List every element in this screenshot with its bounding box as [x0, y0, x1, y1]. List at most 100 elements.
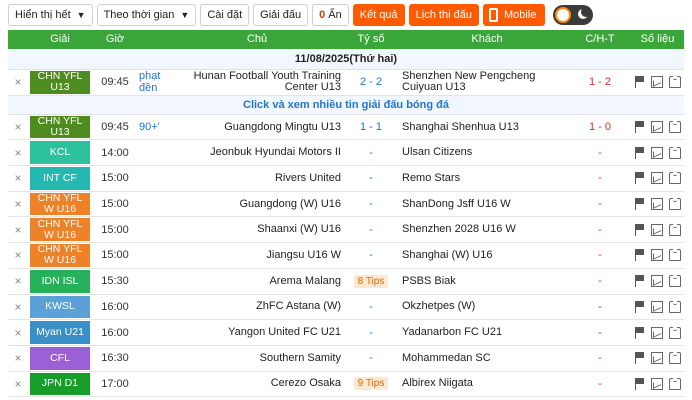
home-team[interactable]: Rivers United	[173, 166, 341, 191]
away-team[interactable]: Remo Stars	[402, 166, 572, 191]
league-badge[interactable]: Myan U21	[30, 321, 90, 344]
flag-icon[interactable]	[634, 377, 646, 390]
lineup-shirt-icon[interactable]	[669, 223, 682, 236]
settings-button[interactable]: Cài đặt	[200, 4, 250, 26]
flag-icon[interactable]	[634, 76, 646, 89]
home-team[interactable]: Cerezo Osaka	[173, 372, 341, 397]
chart-icon[interactable]	[651, 146, 664, 159]
hide-match-icon[interactable]: ×	[8, 346, 28, 371]
hide-match-icon[interactable]: ×	[8, 192, 28, 217]
away-team[interactable]: Shenzhen New Pengcheng Cuiyuan U13	[402, 70, 572, 95]
away-team[interactable]: Yadanarbon FC U21	[402, 320, 572, 345]
tips-badge[interactable]: 9 Tips	[353, 377, 389, 391]
away-team[interactable]: Ulsan Citizens	[402, 140, 572, 165]
league-badge[interactable]: INT CF	[30, 167, 90, 190]
theme-toggle[interactable]	[553, 5, 594, 25]
hide-match-icon[interactable]: ×	[8, 217, 28, 242]
flag-icon[interactable]	[634, 300, 646, 313]
match-score[interactable]: -	[344, 320, 398, 345]
home-team[interactable]: Guangdong Mingtu U13	[173, 115, 341, 140]
home-team[interactable]: Hunan Football Youth Training Center U13	[173, 70, 341, 95]
hide-match-icon[interactable]: ×	[8, 115, 28, 140]
mobile-button[interactable]: Mobile	[482, 4, 546, 26]
lineup-shirt-icon[interactable]	[669, 198, 682, 211]
hide-match-icon[interactable]: ×	[8, 70, 28, 95]
home-team[interactable]: Guangdong (W) U16	[173, 192, 342, 217]
hide-match-icon[interactable]: ×	[8, 140, 28, 165]
hide-match-icon[interactable]: ×	[8, 320, 28, 345]
match-score[interactable]: -	[344, 192, 398, 217]
hide-match-icon[interactable]: ×	[8, 166, 28, 191]
home-team[interactable]: ZhFC Astana (W)	[173, 295, 341, 320]
away-team[interactable]: Albirex Niigata	[402, 372, 572, 397]
league-badge[interactable]: KWSL	[30, 295, 90, 319]
away-team[interactable]: Okzhetpes (W)	[402, 295, 572, 320]
chart-icon[interactable]	[651, 275, 664, 288]
lineup-shirt-icon[interactable]	[669, 76, 682, 89]
league-badge[interactable]: JPN D1	[30, 372, 90, 396]
league-badge[interactable]: CHN YFL W U16	[30, 193, 90, 216]
leagues-button[interactable]: Giải đấu	[253, 4, 309, 26]
tips-badge[interactable]: 8 Tips	[353, 274, 389, 288]
flag-icon[interactable]	[634, 249, 646, 262]
away-team[interactable]: PSBS Biak	[402, 269, 572, 294]
lineup-shirt-icon[interactable]	[669, 326, 682, 339]
chart-icon[interactable]	[651, 377, 664, 390]
results-button[interactable]: Kết quả	[352, 4, 405, 26]
flag-icon[interactable]	[634, 172, 646, 185]
match-score[interactable]: -	[344, 295, 398, 320]
match-score[interactable]: -	[344, 346, 398, 371]
match-score[interactable]: -	[344, 166, 398, 191]
flag-icon[interactable]	[634, 326, 646, 339]
league-badge[interactable]: CHN YFL W U16	[30, 218, 90, 242]
home-team[interactable]: Jeonbuk Hyundai Motors II	[173, 140, 341, 165]
lineup-shirt-icon[interactable]	[669, 121, 682, 134]
lineup-shirt-icon[interactable]	[669, 377, 682, 390]
lineup-shirt-icon[interactable]	[669, 249, 682, 262]
match-score[interactable]: -	[344, 243, 398, 268]
away-team[interactable]: ShanDong Jsff U16 W	[402, 192, 572, 217]
match-score[interactable]: 1 - 1	[344, 115, 398, 140]
chart-icon[interactable]	[651, 198, 664, 211]
chart-icon[interactable]	[651, 172, 664, 185]
chart-icon[interactable]	[651, 326, 664, 339]
chart-icon[interactable]	[651, 223, 664, 236]
away-team[interactable]: Shanghai Shenhua U13	[402, 115, 572, 140]
home-team[interactable]: Shaanxi (W) U16	[173, 217, 341, 242]
league-badge[interactable]: CHN YFL U13	[30, 71, 90, 94]
flag-icon[interactable]	[634, 121, 646, 134]
lineup-shirt-icon[interactable]	[669, 352, 682, 365]
chart-icon[interactable]	[651, 121, 664, 134]
home-team[interactable]: Yangon United FC U21	[173, 320, 341, 345]
by-time-dropdown[interactable]: Theo thời gian ▼	[96, 4, 197, 26]
flag-icon[interactable]	[634, 352, 646, 365]
hide-match-icon[interactable]: ×	[8, 372, 28, 397]
lineup-shirt-icon[interactable]	[669, 300, 682, 313]
match-score[interactable]: -	[344, 217, 398, 242]
lineup-shirt-icon[interactable]	[669, 146, 682, 159]
league-badge[interactable]: KCL	[30, 141, 90, 165]
away-team[interactable]: Shanghai (W) U16	[402, 243, 572, 268]
home-team[interactable]: Arema Malang	[173, 269, 341, 294]
flag-icon[interactable]	[634, 275, 646, 288]
league-badge[interactable]: CHN YFL U13	[30, 116, 90, 139]
chart-icon[interactable]	[651, 352, 664, 365]
match-score[interactable]: 9 Tips	[344, 372, 398, 397]
lineup-shirt-icon[interactable]	[669, 275, 682, 288]
match-score[interactable]: -	[344, 140, 398, 165]
match-score[interactable]: 2 - 2	[344, 70, 398, 95]
away-team[interactable]: Mohammedan SC	[402, 346, 572, 371]
hide-match-icon[interactable]: ×	[8, 269, 28, 294]
match-score[interactable]: 8 Tips	[344, 269, 398, 294]
hidden-matches-button[interactable]: 0 Ẩn	[312, 4, 349, 26]
away-team[interactable]: Shenzhen 2028 U16 W	[402, 217, 572, 242]
hide-match-icon[interactable]: ×	[8, 243, 28, 268]
chart-icon[interactable]	[651, 76, 664, 89]
schedule-button[interactable]: Lịch thi đấu	[408, 4, 479, 26]
home-team[interactable]: Jiangsu U16 W	[173, 243, 341, 268]
chart-icon[interactable]	[651, 249, 664, 262]
league-badge[interactable]: CHN YFL W U16	[30, 244, 90, 267]
flag-icon[interactable]	[634, 146, 646, 159]
league-badge[interactable]: CFL	[30, 346, 90, 370]
home-team[interactable]: Southern Samity	[173, 346, 341, 371]
